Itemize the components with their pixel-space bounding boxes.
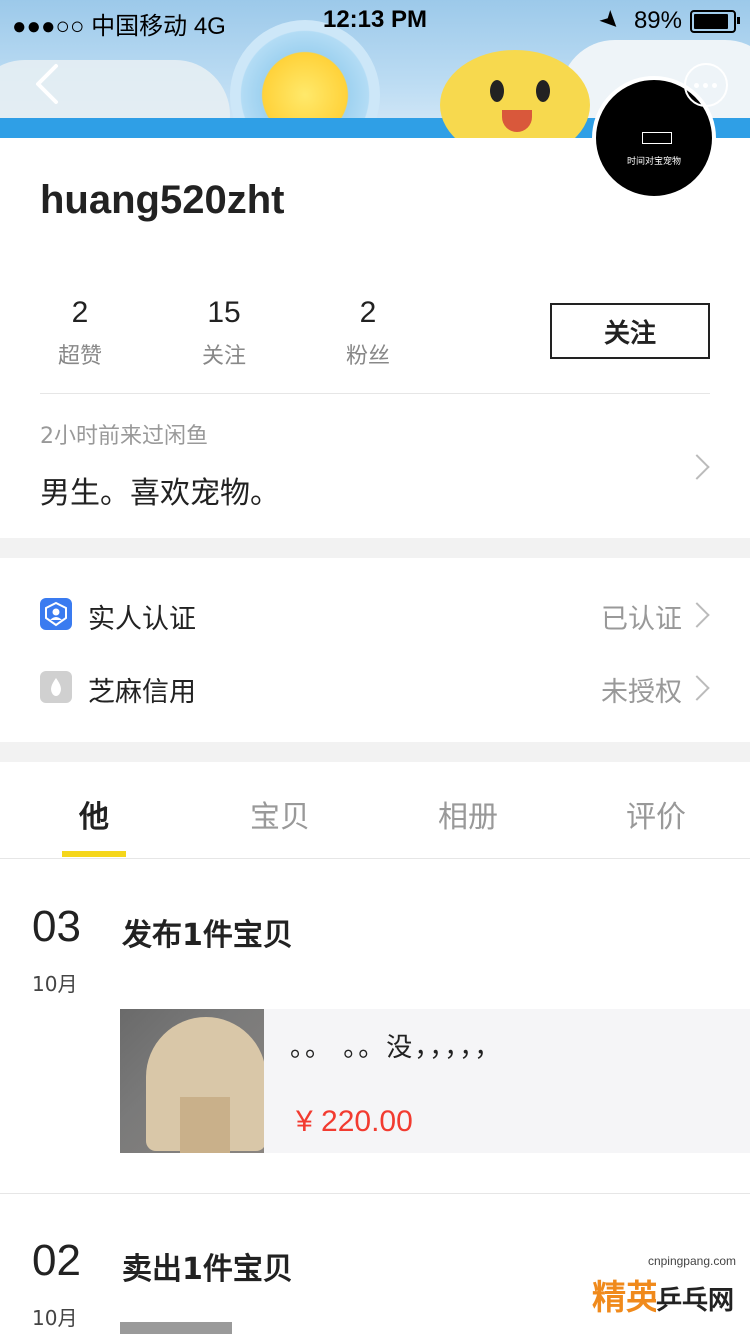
divider (40, 393, 710, 394)
active-tab-indicator (62, 851, 126, 857)
stat-label: 关注 (201, 344, 246, 369)
stat-value: 2 (359, 296, 377, 329)
divider (0, 1193, 750, 1194)
feed-month: 10月 (32, 972, 78, 996)
section-separator (0, 538, 750, 558)
stat-value: 2 (71, 296, 89, 329)
item-thumbnail (120, 1009, 264, 1153)
feed-title: 发布1件宝贝 (122, 918, 293, 953)
battery-percent: ➤ 89% (593, 3, 682, 38)
battery-icon (642, 132, 672, 144)
item-price: ¥ 220.00 (296, 1105, 413, 1138)
battery-icon (690, 10, 740, 33)
watermark-url: cnpingpang.com (647, 1254, 736, 1268)
bio-text[interactable]: 男生。喜欢宠物。 (40, 468, 280, 512)
stat-label: 粉丝 (345, 344, 390, 369)
chevron-left-icon (36, 64, 58, 104)
back-button[interactable] (32, 62, 66, 106)
chevron-right-icon (684, 602, 710, 628)
section-separator (0, 742, 750, 762)
stat-label: 超赞 (57, 344, 102, 369)
site-watermark: cnpingpang.com 精英 乒乓网 (568, 1252, 748, 1332)
paddle-handle (180, 1097, 230, 1153)
chevron-right-icon[interactable] (684, 454, 710, 480)
stat-following[interactable]: 15 关注 (179, 296, 269, 370)
more-options-button[interactable] (684, 63, 728, 107)
mascot-eye (490, 80, 504, 102)
tab-activity[interactable]: 他 (34, 792, 154, 836)
status-bar: ●●●○○ 中国移动 4G 12:13 PM ➤ 89% (0, 0, 750, 40)
follow-button[interactable]: 关注 (550, 303, 710, 359)
mascot-eye (536, 80, 550, 102)
tab-album[interactable]: 相册 (408, 792, 528, 836)
row-value: 已认证 (601, 604, 682, 635)
watermark-brand-right: 乒乓网 (656, 1280, 735, 1317)
row-value: 未授权 (601, 677, 682, 708)
feed-day: 02 (32, 1236, 81, 1285)
avatar-caption: 时间对宝宠物 (626, 157, 681, 167)
divider (0, 858, 750, 859)
row-label: 芝麻信用 (88, 677, 196, 708)
chevron-right-icon (684, 675, 710, 701)
tab-reviews[interactable]: 评价 (596, 792, 716, 836)
feed-title: 卖出1件宝贝 (122, 1252, 293, 1287)
mascot-mouth (502, 110, 532, 132)
last-visit-text: 2小时前来过闲鱼 (40, 424, 208, 449)
feed-month: 10月 (32, 1306, 78, 1330)
feed-day: 03 (32, 902, 81, 951)
banner-mascot (440, 50, 590, 138)
username: huang520zht (40, 178, 285, 222)
item-thumbnail[interactable] (120, 1322, 232, 1334)
tab-items[interactable]: 宝贝 (220, 792, 340, 836)
stat-value: 15 (207, 296, 241, 329)
stat-likes[interactable]: 2 超赞 (35, 296, 125, 370)
row-label: 实人认证 (88, 604, 196, 635)
item-card[interactable]: 。。 。。没，，，，， ¥ 220.00 (120, 1009, 750, 1153)
watermark-brand-left: 精英 (592, 1278, 660, 1318)
person-verified-icon (40, 598, 72, 630)
stat-followers[interactable]: 2 粉丝 (323, 296, 413, 370)
sesame-credit-icon (40, 671, 72, 703)
item-description: 。。 。。没，，，，， (290, 1033, 503, 1063)
